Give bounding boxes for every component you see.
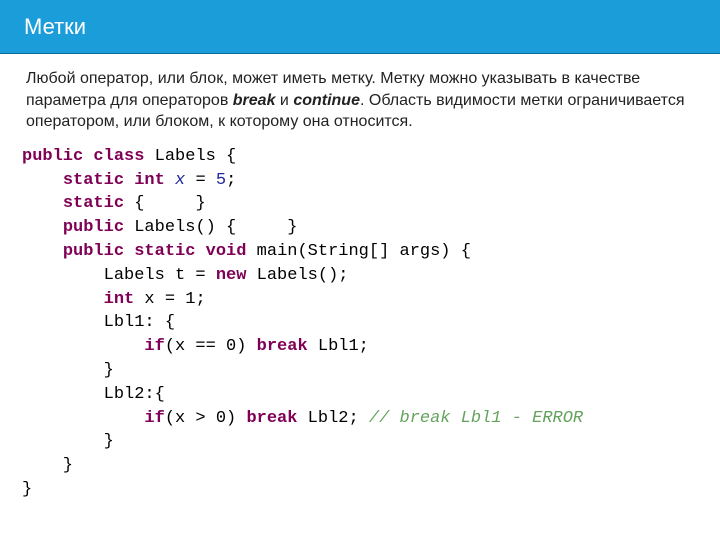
code-block: public class Labels { static int x = 5; …: [0, 141, 720, 502]
code-text: }: [22, 432, 114, 451]
kw-break: break: [257, 337, 308, 356]
code-comment: // break Lbl1 - ERROR: [369, 409, 583, 428]
slide-title: Метки: [24, 14, 86, 40]
code-text: Labels t =: [22, 266, 216, 285]
code-text: (x > 0): [165, 409, 247, 428]
code-text: Lbl2;: [297, 409, 368, 428]
desc-mid: и: [275, 92, 293, 109]
kw-int: int: [104, 290, 135, 309]
code-text: =: [185, 171, 216, 190]
code-text: Lbl1;: [308, 337, 369, 356]
kw-public: public: [63, 218, 124, 237]
code-text: Labels {: [144, 147, 236, 166]
kw-break: break: [246, 409, 297, 428]
desc-kw1: break: [233, 92, 276, 109]
code-text: ;: [226, 171, 236, 190]
num-5: 5: [216, 171, 226, 190]
description-paragraph: Любой оператор, или блок, может иметь ме…: [0, 54, 720, 141]
kw-static: static: [134, 242, 195, 261]
code-text: }: [22, 456, 73, 475]
code-text: (x == 0): [165, 337, 257, 356]
kw-class: class: [93, 147, 144, 166]
slide-header: Метки: [0, 0, 720, 54]
code-text: }: [22, 361, 114, 380]
code-text: Labels() { }: [124, 218, 297, 237]
kw-public: public: [63, 242, 124, 261]
code-text: { }: [124, 194, 206, 213]
code-text: Labels();: [246, 266, 348, 285]
kw-int: int: [134, 171, 165, 190]
code-text: }: [22, 480, 32, 499]
kw-if: if: [144, 337, 164, 356]
kw-public: public: [22, 147, 83, 166]
kw-static: static: [63, 171, 124, 190]
field-x: x: [175, 171, 185, 190]
kw-void: void: [206, 242, 247, 261]
code-text: main(String[] args) {: [246, 242, 470, 261]
kw-new: new: [216, 266, 247, 285]
code-text: x = 1;: [134, 290, 205, 309]
code-text: Lbl2:{: [22, 385, 165, 404]
kw-if: if: [144, 409, 164, 428]
kw-static: static: [63, 194, 124, 213]
desc-kw2: continue: [293, 92, 360, 109]
code-text: Lbl1: {: [22, 313, 175, 332]
